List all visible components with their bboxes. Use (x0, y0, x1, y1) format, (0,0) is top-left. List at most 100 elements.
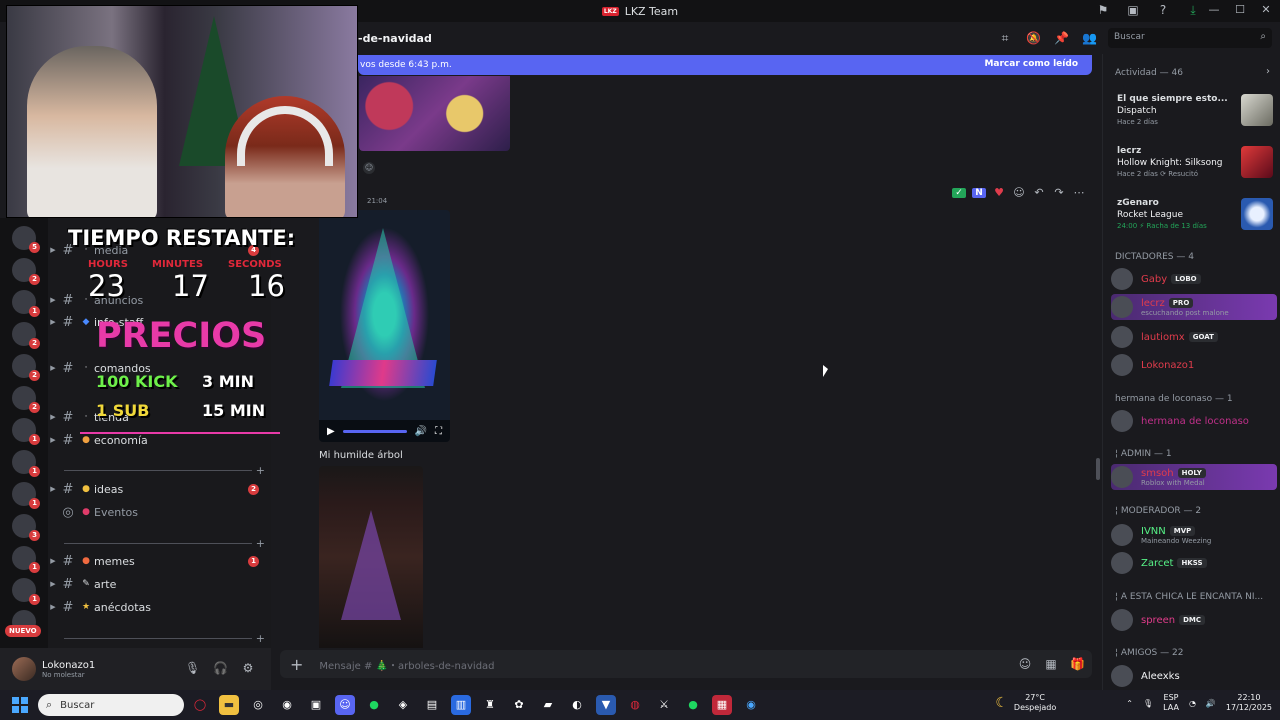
emoji-icon[interactable]: ☺ (1012, 186, 1026, 199)
category-header[interactable]: + (60, 463, 265, 477)
mark-read-button[interactable]: Marcar como leído (984, 59, 1078, 69)
wifi-icon[interactable]: ◔ (1189, 699, 1196, 708)
member-item[interactable]: Zarcet HKSS (1111, 550, 1277, 576)
add-channel-icon[interactable]: + (256, 537, 265, 550)
server-icon[interactable]: 1 (12, 482, 40, 509)
server-icon[interactable]: 1 (12, 418, 40, 445)
app-icon[interactable]: ◎ (248, 695, 268, 715)
add-channel-icon[interactable]: + (256, 464, 265, 477)
member-item[interactable]: Gaby LOBO (1111, 266, 1277, 292)
check-reaction-icon[interactable]: ✓ (952, 187, 966, 198)
server-icon[interactable]: 2 (12, 354, 40, 381)
app-icon[interactable]: ▦ (712, 695, 732, 715)
user-info[interactable]: Lokonazo1 No molestar (42, 660, 95, 679)
flag-icon[interactable]: ⚑ (1096, 3, 1110, 17)
apps-icon[interactable]: ▦ (1044, 657, 1058, 671)
progress-bar[interactable] (342, 429, 407, 433)
image-attachment[interactable] (319, 466, 423, 648)
download-icon[interactable]: ⤓ (1186, 3, 1200, 17)
channel-item[interactable]: ◎ ● Eventos (48, 502, 271, 522)
member-item[interactable]: IVNN MVP Maineando Weezing (1111, 522, 1277, 548)
game-icon[interactable]: ♜ (480, 695, 500, 715)
windows-start-icon[interactable] (12, 697, 28, 713)
server-icon[interactable]: 1 (12, 546, 40, 573)
channel-item[interactable]: ▶ # ● memes 1 (48, 551, 271, 571)
add-channel-icon[interactable]: + (256, 632, 265, 645)
app-icon[interactable]: ◐ (567, 695, 587, 715)
n-reaction-icon[interactable]: N (972, 187, 986, 198)
category-header[interactable]: + (60, 631, 265, 645)
server-icon[interactable]: 3 (12, 514, 40, 541)
new-messages-banner[interactable]: vos desde 6:43 p.m. Marcar como leído (358, 55, 1092, 75)
members-icon[interactable]: 👥 (1082, 31, 1097, 46)
chevron-right-icon[interactable]: › (1266, 66, 1270, 77)
spotify-icon[interactable]: ● (683, 695, 703, 715)
activity-card[interactable]: El que siempre esto... Dispatch Hace 2 d… (1111, 94, 1275, 136)
category-header[interactable]: + (60, 536, 265, 550)
app-icon[interactable]: ◈ (393, 695, 413, 715)
member-item[interactable]: lecrz PRO escuchando post malone (1111, 294, 1277, 320)
gift-icon[interactable]: 🎁 (1070, 657, 1085, 671)
add-reaction-icon[interactable]: ☺ (363, 162, 375, 174)
member-item[interactable]: hermana de loconaso (1111, 408, 1277, 434)
member-item[interactable]: spreen DMC (1111, 607, 1277, 633)
shield-icon[interactable]: ▼ (596, 695, 616, 715)
weather-widget[interactable]: ☾ 27°C Despejado (995, 693, 1056, 713)
clock[interactable]: 22:10 17/12/2025 (1226, 693, 1272, 713)
server-icon[interactable]: 2 (12, 386, 40, 413)
microphone-icon[interactable]: 🎙 (185, 661, 200, 675)
threads-icon[interactable]: ⌗ (998, 31, 1012, 46)
emoji-icon[interactable]: ☺ (1018, 657, 1032, 671)
server-icon[interactable]: 1 (12, 578, 40, 605)
pin-icon[interactable]: 📌 (1054, 31, 1069, 46)
help-icon[interactable]: ? (1156, 3, 1170, 17)
message-composer[interactable]: + Mensaje # 🎄・arboles-de-navidad ☺ ▦ 🎁 (280, 650, 1092, 678)
notes-icon[interactable]: ▥ (451, 695, 471, 715)
folder-icon[interactable]: ▬ (219, 695, 239, 715)
taskbar-search[interactable]: ⌕ Buscar (38, 694, 184, 716)
discord-icon[interactable]: ☺ (335, 695, 355, 715)
new-servers-badge[interactable]: NUEVO (5, 625, 41, 637)
headphones-icon[interactable]: 🎧 (213, 661, 228, 675)
app-icon[interactable]: ◍ (625, 695, 645, 715)
channel-item[interactable]: ▶ # ● ideas 2 (48, 479, 271, 499)
close-icon[interactable]: ✕ (1260, 3, 1272, 16)
maximize-icon[interactable]: ☐ (1234, 3, 1246, 16)
server-icon[interactable]: 2 (12, 258, 40, 285)
activity-card[interactable]: lecrz Hollow Knight: Silksong Hace 2 día… (1111, 146, 1275, 188)
volume-icon[interactable]: 🔊 (415, 426, 427, 437)
member-item[interactable]: Lokonazo1 (1111, 352, 1277, 378)
server-icon[interactable]: 1 (12, 450, 40, 477)
forward-icon[interactable]: ↷ (1052, 186, 1066, 199)
avatar[interactable] (12, 657, 36, 681)
scrollbar[interactable] (1096, 458, 1100, 480)
app-icon[interactable]: ◉ (741, 695, 761, 715)
speaker-icon[interactable]: 🔊 (1206, 699, 1216, 708)
opera-icon[interactable]: ◯ (190, 695, 210, 715)
video-attachment[interactable]: ▶ 🔊 ⛶ (319, 210, 450, 442)
car-icon[interactable]: ▰ (538, 695, 558, 715)
spotify-icon[interactable]: ● (364, 695, 384, 715)
heart-reaction-icon[interactable]: ♥ (992, 186, 1006, 199)
channel-item[interactable]: ▶ # ★ anécdotas (48, 597, 271, 617)
server-icon[interactable]: 1 (12, 290, 40, 317)
activity-card[interactable]: zGenaro Rocket League 24:00 ⚡ Racha de 1… (1111, 198, 1275, 240)
server-icon[interactable]: 2 (12, 322, 40, 349)
microphone-icon[interactable]: 🎙 (1143, 699, 1153, 708)
app-icon[interactable]: ⚔ (654, 695, 674, 715)
fullscreen-icon[interactable]: ⛶ (435, 426, 442, 437)
member-item[interactable]: smsoh HOLY Roblox with Medal (1111, 464, 1277, 490)
minimize-icon[interactable]: — (1208, 3, 1220, 16)
reply-icon[interactable]: ↶ (1032, 186, 1046, 199)
member-item[interactable]: lautiomx GOAT (1111, 324, 1277, 350)
search-input[interactable]: Buscar ⌕ (1108, 28, 1272, 48)
server-icon[interactable]: 5 (12, 226, 40, 253)
app-icon[interactable]: ✿ (509, 695, 529, 715)
language-indicator[interactable]: ESP LAA (1163, 693, 1179, 713)
chevron-up-icon[interactable]: ⌃ (1126, 699, 1133, 708)
gear-icon[interactable]: ⚙ (241, 661, 255, 675)
play-icon[interactable]: ▶ (327, 426, 335, 437)
attach-plus-icon[interactable]: + (290, 655, 303, 674)
message-image-attachment[interactable] (359, 76, 510, 151)
channel-item[interactable]: ▶ # ✎ arte (48, 574, 271, 594)
